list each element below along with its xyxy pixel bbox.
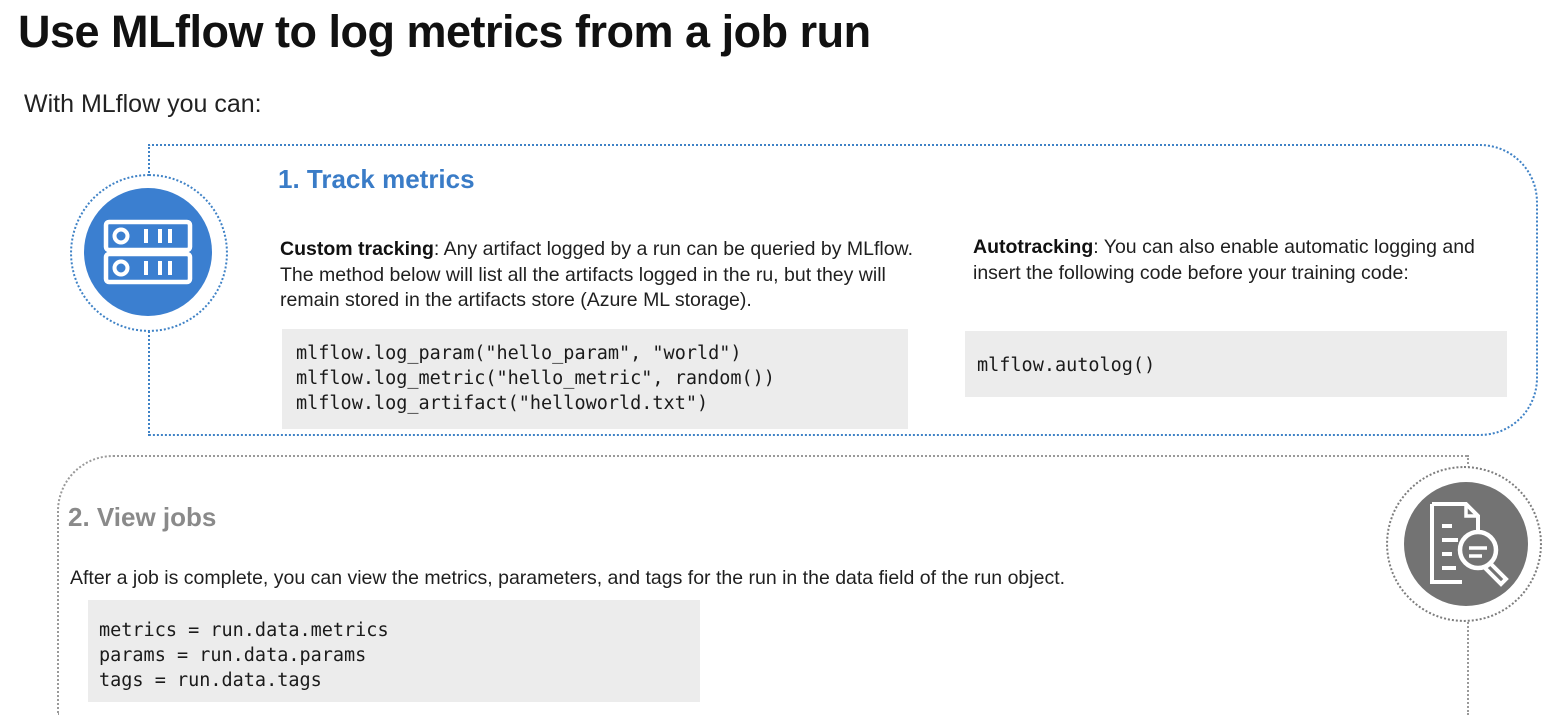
page-title: Use MLflow to log metrics from a job run [18, 6, 871, 57]
intro-text: With MLflow you can: [24, 90, 262, 118]
custom-tracking-paragraph: Custom tracking: Any artifact logged by … [280, 237, 920, 314]
view-jobs-heading: 2. View jobs [68, 502, 217, 532]
code-line: mlflow.log_metric("hello_metric", random… [296, 368, 775, 389]
view-jobs-text: After a job is complete, you can view th… [70, 567, 1066, 589]
view-jobs-code-block: metrics = run.data.metrics params = run.… [88, 600, 700, 702]
code-line: metrics = run.data.metrics [99, 620, 389, 641]
server-rack-icon [84, 188, 212, 316]
track-metrics-heading: 1. Track metrics [278, 164, 475, 194]
document-search-icon [1404, 482, 1528, 606]
custom-tracking-label: Custom tracking [280, 238, 434, 260]
code-line: params = run.data.params [99, 645, 367, 666]
custom-tracking-code-block: mlflow.log_param("hello_param", "world")… [282, 329, 908, 429]
code-line: mlflow.log_artifact("helloworld.txt") [296, 393, 709, 414]
code-line: mlflow.autolog() [977, 355, 1156, 376]
autotracking-code-block: mlflow.autolog() [965, 331, 1507, 397]
code-line: mlflow.log_param("hello_param", "world") [296, 343, 742, 364]
code-line: tags = run.data.tags [99, 670, 322, 691]
autotracking-label: Autotracking [973, 236, 1094, 258]
autotracking-paragraph: Autotracking: You can also enable automa… [973, 235, 1513, 286]
